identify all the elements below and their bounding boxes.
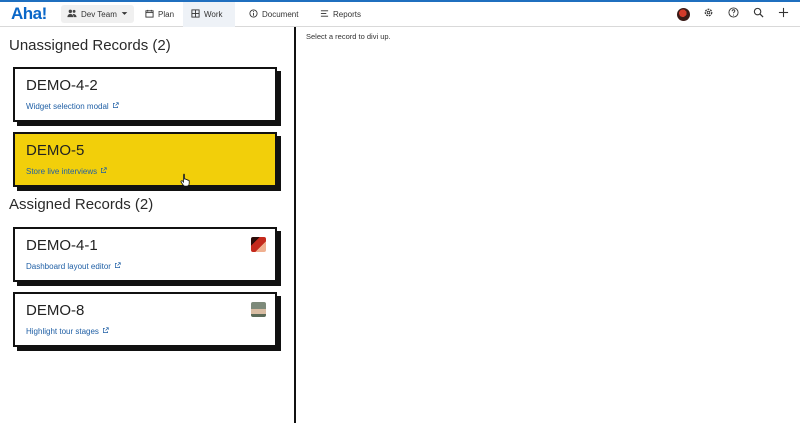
record-name: Widget selection modal — [26, 102, 109, 111]
add-button[interactable] — [776, 7, 790, 21]
search-button[interactable] — [751, 7, 765, 21]
empty-state-hint: Select a record to divi up. — [306, 32, 391, 41]
external-link-icon — [112, 102, 119, 111]
tab-work[interactable]: Work — [183, 2, 235, 27]
record-key: DEMO-8 — [26, 302, 85, 319]
record-link[interactable]: Dashboard layout editor — [26, 262, 121, 271]
reports-icon — [320, 9, 329, 20]
record-card[interactable]: DEMO-4-1 Dashboard layout editor — [13, 227, 277, 282]
grid-icon — [191, 9, 200, 20]
unassigned-records-heading: Unassigned Records (2) — [9, 37, 171, 54]
aha-logo[interactable]: Aha! — [11, 4, 47, 24]
tab-reports[interactable]: Reports — [312, 2, 369, 27]
external-link-icon — [100, 167, 107, 176]
record-link[interactable]: Store live interviews — [26, 167, 107, 176]
help-button[interactable] — [726, 7, 740, 21]
tab-reports-label: Reports — [333, 10, 362, 19]
record-key: DEMO-4-1 — [26, 237, 98, 254]
help-icon — [727, 5, 739, 23]
assigned-records-heading: Assigned Records (2) — [9, 196, 154, 213]
user-avatar-button[interactable] — [676, 7, 690, 21]
record-key: DEMO-4-2 — [26, 77, 98, 94]
tab-plan[interactable]: Plan — [137, 2, 182, 27]
record-name: Highlight tour stages — [26, 327, 99, 336]
external-link-icon — [114, 262, 121, 271]
tab-document[interactable]: Document — [241, 2, 306, 27]
record-card[interactable]: DEMO-4-2 Widget selection modal — [13, 67, 277, 122]
record-name: Dashboard layout editor — [26, 262, 111, 271]
assignee-avatar — [251, 237, 266, 252]
record-card-highlighted[interactable]: DEMO-5 Store live interviews — [13, 132, 277, 187]
assignee-avatar — [251, 302, 266, 317]
record-key: DEMO-5 — [26, 142, 85, 159]
tab-document-label: Document — [262, 10, 299, 19]
record-link[interactable]: Highlight tour stages — [26, 327, 109, 336]
team-switcher-label: Dev Team — [81, 9, 117, 19]
chevron-down-icon — [121, 10, 128, 19]
user-avatar — [676, 7, 690, 21]
settings-icon — [703, 5, 714, 23]
team-icon — [67, 8, 77, 20]
records-pane: Unassigned Records (2) DEMO-4-2 Widget s… — [0, 27, 294, 423]
info-icon — [249, 9, 258, 20]
record-name: Store live interviews — [26, 167, 98, 176]
tab-work-label: Work — [204, 10, 223, 19]
tab-plan-label: Plan — [158, 10, 175, 19]
record-link[interactable]: Widget selection modal — [26, 102, 119, 111]
record-card[interactable]: DEMO-8 Highlight tour stages — [13, 292, 277, 347]
settings-button[interactable] — [701, 7, 715, 21]
top-navigation-bar: Aha! Dev Team Plan Work Document Reports — [0, 0, 800, 27]
calendar-icon — [145, 9, 154, 20]
header-tools — [676, 7, 790, 21]
hand-cursor-icon — [180, 173, 192, 187]
add-icon — [778, 5, 789, 23]
external-link-icon — [102, 327, 109, 336]
detail-pane: Select a record to divi up. — [296, 27, 800, 423]
team-switcher[interactable]: Dev Team — [61, 5, 134, 23]
search-icon — [753, 5, 764, 23]
